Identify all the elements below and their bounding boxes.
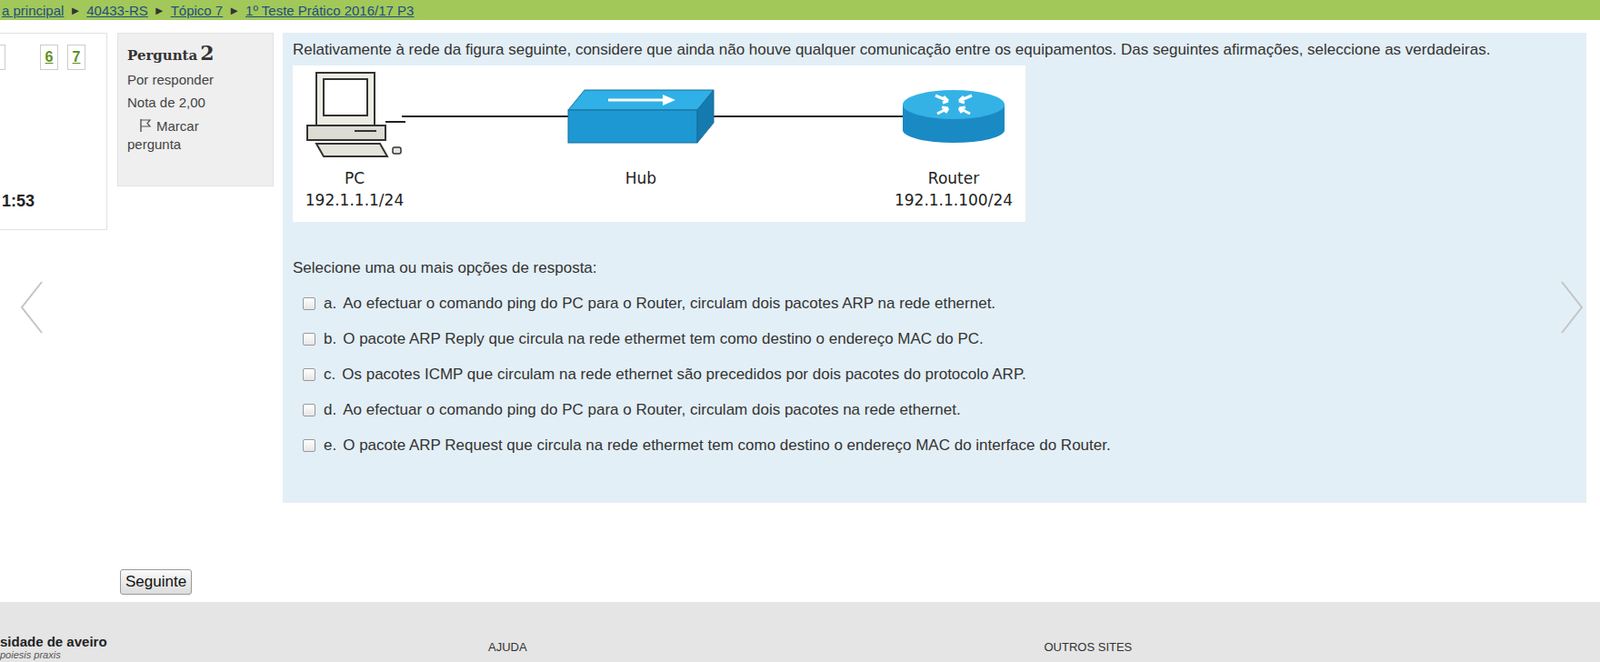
logo-motto: poiesis praxis <box>0 649 489 660</box>
page-button[interactable]: 7 <box>67 44 86 70</box>
answer-option[interactable]: a. Ao efectuar o comando ping do PC para … <box>292 285 1577 321</box>
option-checkbox[interactable] <box>302 403 316 417</box>
breadcrumb-link[interactable]: 40433-RS <box>86 2 149 19</box>
page-list: 67 <box>0 44 107 70</box>
quiz-navigation: 67 1:53 <box>0 32 108 230</box>
footer-logo: sidade de aveiropoiesis praxis <box>0 634 489 662</box>
timer: 1:53 <box>0 191 107 211</box>
question-info: Pergunta2 Por responder Nota de 2,00 Marcar… <box>117 32 274 187</box>
quiz-page: a principal ► 40433-RS ► Tópico 7 ► 1º Teste P… <box>0 0 1600 662</box>
network-diagram: PC192.1.1.1/24 Hub Router192.1.1.100/24 <box>292 65 1026 222</box>
answer-option[interactable]: e. O pacote ARP Request que circula na re… <box>292 427 1577 463</box>
node-icon-box <box>566 65 716 168</box>
node-icon-box <box>303 65 406 168</box>
page-button-stub[interactable] <box>0 44 6 70</box>
option-text: Ao efectuar o comando ping do PC para o … <box>342 294 996 313</box>
answer-option[interactable]: b. O pacote ARP Reply que circula na rede… <box>292 320 1577 357</box>
question-grade: Nota de 2,00 <box>127 94 264 110</box>
answer-instruction: Selecione uma ou mais opções de resposta… <box>292 258 1577 279</box>
next-chevron-icon[interactable] <box>1558 280 1586 335</box>
question-status: Por responder <box>127 71 264 88</box>
question-number: 2 <box>200 40 214 65</box>
router-icon <box>899 88 1009 145</box>
breadcrumb-link[interactable]: 1º Teste Prático 2016/17 P3 <box>245 2 414 19</box>
question-title: Pergunta2 <box>127 40 264 65</box>
flag-icon[interactable] <box>138 118 153 133</box>
option-letter: e. <box>323 436 337 455</box>
option-checkbox[interactable] <box>302 439 316 452</box>
answer-options: a. Ao efectuar o comando ping do PC para … <box>292 285 1577 463</box>
footer-column-title: AJUDA <box>488 634 1045 662</box>
option-text: Ao efectuar o comando ping do PC para o … <box>342 400 960 420</box>
button-row: Seguinte <box>0 569 1600 595</box>
option-letter: d. <box>323 400 337 420</box>
answer-option[interactable]: d.Ao efectuar o comando ping do PC para … <box>292 391 1577 428</box>
option-checkbox[interactable] <box>302 332 316 346</box>
breadcrumb-separator: ► <box>69 3 81 18</box>
flag-question[interactable]: Marcar pergunta <box>127 117 228 154</box>
node-address: 192.1.1.1/24 <box>305 189 404 211</box>
option-text: O pacote ARP Request que circula na rede… <box>342 436 1111 455</box>
page-button[interactable]: 6 <box>40 44 59 70</box>
node-icon-box <box>899 65 1009 168</box>
logo-name: sidade de aveiro <box>0 634 489 650</box>
question-prompt: Relativamente à rede da figura seguinte,… <box>292 40 1548 60</box>
main-area: 67 1:53 Pergunta2 Por responder Nota de 2,00… <box>0 32 1600 503</box>
breadcrumb-link[interactable]: Tópico 7 <box>170 2 224 19</box>
left-column: 67 1:53 <box>0 32 108 335</box>
footer-column-title: OUTROS SITES <box>1043 634 1600 662</box>
breadcrumb-bar: a principal ► 40433-RS ► Tópico 7 ► 1º Teste P… <box>0 0 1600 20</box>
footer: sidade de aveiropoiesis praxisAJUDAOUTRO… <box>0 601 1600 662</box>
node-address: 192.1.1.100/24 <box>894 189 1013 211</box>
network-node: PC192.1.1.1/24 <box>281 65 428 211</box>
question-label: Pergunta <box>127 47 198 64</box>
network-node: Hub <box>568 65 714 190</box>
option-text: Os pacotes ICMP que circulam na rede eth… <box>341 365 1027 384</box>
node-label: Hub <box>625 167 657 190</box>
next-button[interactable]: Seguinte <box>120 569 192 595</box>
option-checkbox[interactable] <box>302 368 316 381</box>
pc-icon <box>303 70 406 162</box>
network-node: Router192.1.1.100/24 <box>880 65 1027 211</box>
node-label: Router <box>928 167 980 190</box>
breadcrumb-separator: ► <box>153 3 166 18</box>
node-label: PC <box>344 167 365 190</box>
flag-label[interactable]: Marcar pergunta <box>127 118 200 152</box>
option-letter: c. <box>323 365 336 384</box>
answer-option[interactable]: c. Os pacotes ICMP que circulam na rede e… <box>292 356 1577 392</box>
question-content: Relativamente à rede da figura seguinte,… <box>282 32 1587 503</box>
breadcrumb-separator: ► <box>228 3 240 18</box>
hub-icon <box>566 88 716 145</box>
breadcrumb-link[interactable]: a principal <box>1 2 64 19</box>
option-checkbox[interactable] <box>302 297 316 310</box>
option-letter: b. <box>323 330 337 349</box>
previous-chevron-icon[interactable] <box>18 280 46 335</box>
option-letter: a. <box>323 294 337 313</box>
option-text: O pacote ARP Reply que circula na rede e… <box>342 330 984 349</box>
